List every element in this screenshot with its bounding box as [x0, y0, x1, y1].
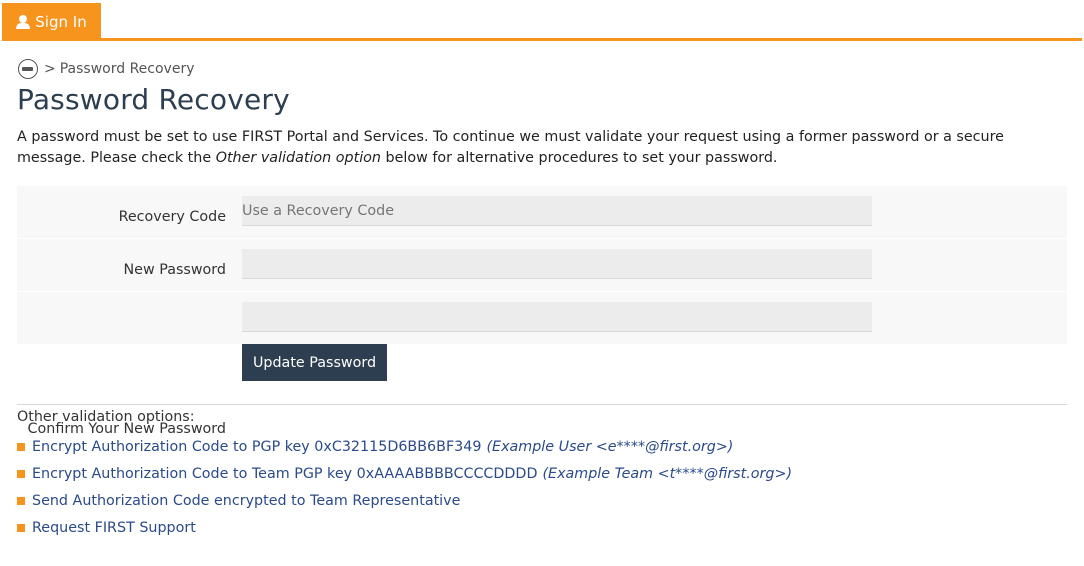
form-divider — [17, 238, 1067, 239]
breadcrumb: > Password Recovery — [18, 59, 195, 79]
breadcrumb-separator: > — [44, 61, 56, 77]
bullet-square-icon — [17, 469, 25, 478]
new-password-input[interactable] — [242, 249, 872, 279]
user-icon — [16, 14, 31, 29]
sign-in-label: Sign In — [35, 12, 87, 31]
sign-in-button[interactable]: Sign In — [2, 3, 101, 40]
pgp-key-owner: (Example User <e****@first.org>) — [486, 438, 734, 455]
recovery-code-label: Recovery Code — [118, 209, 226, 225]
bullet-square-icon — [17, 442, 25, 451]
nav-accent-rule — [2, 38, 1082, 41]
list-item: Encrypt Authorization Code to PGP key 0x… — [17, 433, 792, 460]
bullet-square-icon — [17, 496, 25, 505]
team-pgp-key-owner: (Example Team <t****@first.org>) — [542, 465, 793, 482]
top-navigation-bar: Sign In — [0, 0, 1084, 42]
new-password-label: New Password — [123, 262, 226, 278]
list-item: Encrypt Authorization Code to Team PGP k… — [17, 460, 792, 487]
pgp-key-option-link[interactable]: Encrypt Authorization Code to PGP key 0x… — [32, 439, 481, 455]
page-title: Password Recovery — [17, 83, 290, 116]
form-divider — [17, 291, 1067, 292]
team-representative-option-link[interactable]: Send Authorization Code encrypted to Tea… — [32, 493, 460, 509]
bullet-square-icon — [17, 523, 25, 532]
other-options-list: Encrypt Authorization Code to PGP key 0x… — [17, 433, 792, 541]
other-options-title: Other validation options: — [17, 409, 195, 425]
confirm-password-input[interactable] — [242, 302, 872, 332]
update-password-button[interactable]: Update Password — [242, 344, 387, 381]
list-item: Send Authorization Code encrypted to Tea… — [17, 487, 792, 514]
request-support-link[interactable]: Request FIRST Support — [32, 520, 196, 536]
recovery-code-input[interactable] — [242, 196, 872, 226]
home-logo-icon[interactable] — [18, 59, 38, 79]
password-recovery-form: Recovery Code New Password Confirm Your … — [17, 186, 1067, 437]
breadcrumb-current: Password Recovery — [59, 61, 195, 77]
intro-emphasis: Other validation option — [215, 150, 381, 166]
intro-text: A password must be set to use FIRST Port… — [17, 127, 1077, 169]
section-divider — [17, 404, 1067, 405]
team-pgp-key-option-link[interactable]: Encrypt Authorization Code to Team PGP k… — [32, 466, 537, 482]
intro-text-part2: below for alternative procedures to set … — [380, 150, 778, 166]
list-item: Request FIRST Support — [17, 514, 792, 541]
